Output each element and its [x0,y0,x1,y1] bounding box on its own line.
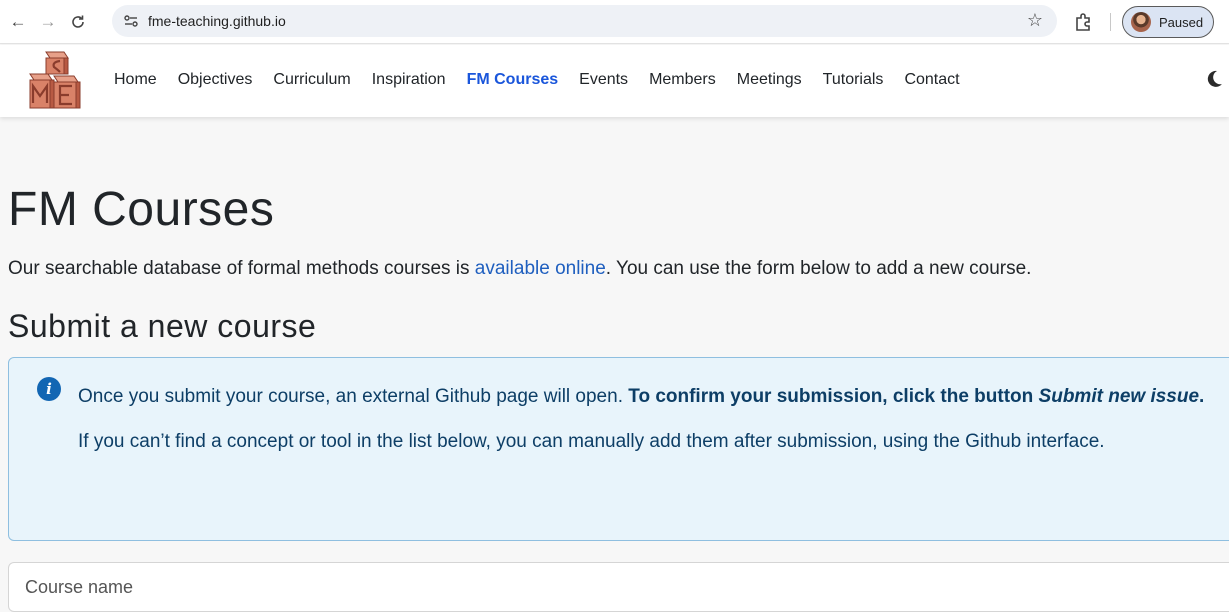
info-line-2: If you can’t find a concept or tool in t… [78,431,1105,452]
nav-tutorials[interactable]: Tutorials [823,71,884,89]
profile-status-label: Paused [1159,14,1204,30]
primary-navigation: Home Objectives Curriculum Inspiration F… [114,71,981,89]
back-arrow-icon[interactable]: ← [4,8,32,36]
nav-contact[interactable]: Contact [904,71,959,89]
intro-text-start: Our searchable database of formal method… [8,258,475,279]
info-alert: i Once you submit your course, an extern… [8,357,1229,541]
info-line-1: Once you submit your course, an external… [78,380,1228,413]
extensions-puzzle-icon[interactable] [1073,11,1095,33]
page-title: FM Courses [8,183,275,236]
avatar [1131,12,1151,32]
profile-button[interactable]: Paused [1122,6,1214,38]
reload-icon[interactable] [64,8,92,36]
info-line-1-plain: Once you submit your course, an external… [78,386,629,407]
toolbar-divider [1110,13,1111,31]
nav-objectives[interactable]: Objectives [178,71,253,89]
nav-curriculum[interactable]: Curriculum [273,71,350,89]
browser-toolbar: ← → fme-teaching.github.io ☆ Paused [0,0,1229,44]
nav-events[interactable]: Events [579,71,628,89]
course-name-input[interactable] [8,562,1229,612]
nav-meetings[interactable]: Meetings [737,71,802,89]
bookmark-star-icon[interactable]: ☆ [1027,10,1043,31]
nav-home[interactable]: Home [114,71,157,89]
info-alert-text: Once you submit your course, an external… [78,380,1228,458]
nav-members[interactable]: Members [649,71,716,89]
dark-mode-moon-icon[interactable] [1204,69,1224,89]
site-settings-icon[interactable] [122,12,140,30]
info-icon: i [37,377,61,401]
info-line-1-button-name: Submit new issue [1038,386,1200,407]
forward-arrow-icon[interactable]: → [34,8,62,36]
fme-logo[interactable] [24,48,88,112]
section-heading: Submit a new course [8,308,317,344]
intro-text-end: . You can use the form below to add a ne… [605,258,1032,279]
info-line-1-end: . [1199,386,1205,407]
info-line-1-bold: To confirm your submission, click the bu… [628,386,1039,407]
nav-fm-courses[interactable]: FM Courses [467,71,559,89]
site-navbar: Home Objectives Curriculum Inspiration F… [0,45,1229,117]
url-text: fme-teaching.github.io [148,13,286,29]
address-bar[interactable]: fme-teaching.github.io ☆ [112,5,1057,37]
intro-paragraph: Our searchable database of formal method… [8,258,1031,280]
available-online-link[interactable]: available online [475,258,606,279]
nav-inspiration[interactable]: Inspiration [372,71,446,89]
